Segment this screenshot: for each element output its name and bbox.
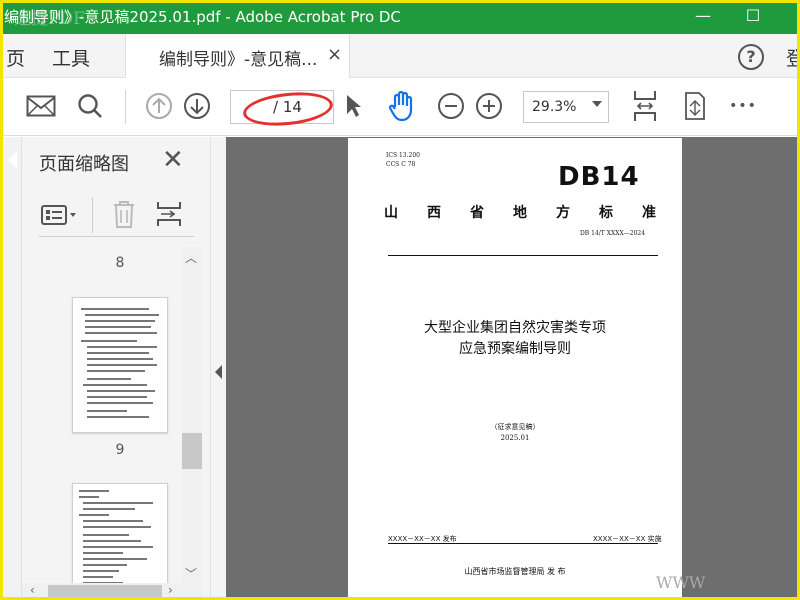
zoom-value: 29.3% xyxy=(532,99,577,115)
header-rule xyxy=(388,255,658,256)
menu-home[interactable]: 页 xyxy=(6,44,25,71)
thumbnail-text-line xyxy=(83,552,123,554)
sign-in-link[interactable]: 登 xyxy=(786,44,800,71)
thumbnail-text-line xyxy=(87,402,153,404)
thumbnail-text-line xyxy=(79,514,109,516)
thumbnail-text-line xyxy=(85,332,157,334)
footer-rule xyxy=(388,543,658,544)
thumbnail-text-line xyxy=(81,308,149,310)
thumbnail-list: 8 9 xyxy=(22,243,182,583)
scrollbar-thumb[interactable] xyxy=(182,433,202,469)
chevron-down-icon xyxy=(592,101,602,107)
thumbnail-vertical-scrollbar[interactable]: ︿ ﹀ xyxy=(182,247,202,583)
help-icon[interactable]: ? xyxy=(738,44,764,70)
thumbnail-text-line xyxy=(87,390,155,392)
title-bar: 编制导则》-意见稿2025.01.pdf - Adobe Acrobat Pro… xyxy=(0,0,800,34)
collapse-arrow-icon xyxy=(215,365,222,379)
menu-bar: 页 工具 编制导则》-意见稿... × xyxy=(0,34,800,78)
scrollbar-thumb[interactable] xyxy=(48,585,162,598)
toolbar: / 14 29.3% ••• xyxy=(0,78,800,136)
document-title-line2: 应急预案编制导则 xyxy=(459,341,571,357)
panel-pointer-icon xyxy=(8,151,17,169)
search-icon[interactable] xyxy=(74,90,106,122)
menu-tools[interactable]: 工具 xyxy=(52,44,90,71)
select-cursor-icon[interactable] xyxy=(342,90,366,122)
thumbnail-text-line xyxy=(85,314,159,316)
thumbnail-text-line xyxy=(79,496,99,498)
issuing-authority: 山西省市场监督管理局 发 布 xyxy=(464,567,566,576)
thumbnail-text-line xyxy=(83,534,129,536)
fit-width-icon[interactable] xyxy=(630,90,660,122)
thumbnail-text-line xyxy=(87,416,149,418)
thumbnail-text-line xyxy=(87,396,147,398)
thumbnails-panel: 页面缩略图 ✕ 8 9 ︿ ﹀ ‹ › xyxy=(22,137,210,600)
watermark-text: WWW xyxy=(656,573,706,592)
thumbnail-text-line xyxy=(87,364,157,366)
thumbnail-text-line xyxy=(83,564,127,566)
document-tab-label: 编制导则》-意见稿... xyxy=(159,50,318,70)
thumbnail-options-icon[interactable] xyxy=(41,203,79,231)
zoom-in-icon[interactable] xyxy=(474,90,504,122)
hand-tool-icon[interactable] xyxy=(386,90,418,122)
thumbnail-text-line xyxy=(83,384,147,386)
scroll-left-icon[interactable]: ‹ xyxy=(30,583,35,597)
thumbnail-text-line xyxy=(83,570,119,572)
scroll-up-icon[interactable]: ︿ xyxy=(185,249,197,266)
thumbnail-text-line xyxy=(83,558,147,560)
email-icon[interactable] xyxy=(24,90,58,122)
thumbnail-text-line xyxy=(83,540,141,542)
thumbnail-text-line xyxy=(83,576,113,578)
document-title-line1: 大型企业集团自然灾害类专项 xyxy=(424,320,606,336)
page-thumbnail[interactable] xyxy=(72,297,168,433)
thumbnail-text-line xyxy=(87,352,149,354)
thumbnail-text-line xyxy=(87,358,153,360)
thumbnail-text-line xyxy=(87,346,157,348)
rotate-page-icon[interactable] xyxy=(155,199,183,233)
page-thumbnail[interactable] xyxy=(72,483,168,583)
thumbnail-text-line xyxy=(79,490,109,492)
panel-toolbar xyxy=(39,197,194,237)
thumbnail-text-line xyxy=(83,508,135,510)
previous-page-icon[interactable] xyxy=(144,90,174,122)
tab-close-icon[interactable]: × xyxy=(327,44,342,65)
thumbnail-text-line xyxy=(83,520,143,522)
full-screen-icon[interactable] xyxy=(680,90,710,122)
document-tab[interactable]: 编制导则》-意见稿... × xyxy=(125,34,350,78)
standard-type-label: 山 西 省 地 方 标 准 xyxy=(384,205,656,221)
draft-date: 2025.01 xyxy=(500,434,530,442)
zoom-out-icon[interactable] xyxy=(436,90,466,122)
scroll-down-icon[interactable]: ﹀ xyxy=(185,565,197,582)
thumbnail-text-line xyxy=(87,378,131,380)
next-page-icon[interactable] xyxy=(182,90,212,122)
thumbnail-page-number: 9 xyxy=(115,442,125,458)
draft-note: （征求意见稿） xyxy=(490,423,540,431)
delete-icon[interactable] xyxy=(111,199,137,233)
maximize-button[interactable]: ☐ xyxy=(730,0,776,34)
minimize-button[interactable]: — xyxy=(680,0,726,34)
close-icon[interactable]: ✕ xyxy=(162,145,184,175)
thumbnail-text-line xyxy=(81,340,137,342)
thumbnail-text-line xyxy=(87,410,127,412)
more-options-icon[interactable]: ••• xyxy=(726,90,760,122)
thumbnail-text-line xyxy=(83,546,153,548)
ccs-code: CCS C 78 xyxy=(386,161,416,168)
watermark-text: 迅捷PDF xyxy=(14,9,85,29)
panel-title: 页面缩略图 xyxy=(39,154,129,175)
thumbnail-text-line xyxy=(83,526,151,528)
thumbnail-page-number: 8 xyxy=(115,255,125,271)
thumbnail-horizontal-scrollbar[interactable]: ‹ › xyxy=(22,583,202,600)
db-standard-mark: DB14 xyxy=(558,162,640,192)
thumbnail-text-line xyxy=(85,320,155,322)
scroll-right-icon[interactable]: › xyxy=(168,583,173,597)
collapse-panel-button[interactable] xyxy=(210,137,226,600)
thumbnail-text-line xyxy=(87,370,145,372)
thumbnail-text-line xyxy=(85,326,151,328)
navigation-pane-strip[interactable] xyxy=(0,137,22,600)
zoom-select[interactable]: 29.3% xyxy=(523,91,609,123)
standard-number: DB 14/T XXXX—2024 xyxy=(580,230,646,237)
thumbnail-text-line xyxy=(83,502,153,504)
pdf-page[interactable]: ICS 13.200 CCS C 78 DB14 山 西 省 地 方 标 准 D… xyxy=(348,138,682,600)
ics-code: ICS 13.200 xyxy=(386,152,420,159)
